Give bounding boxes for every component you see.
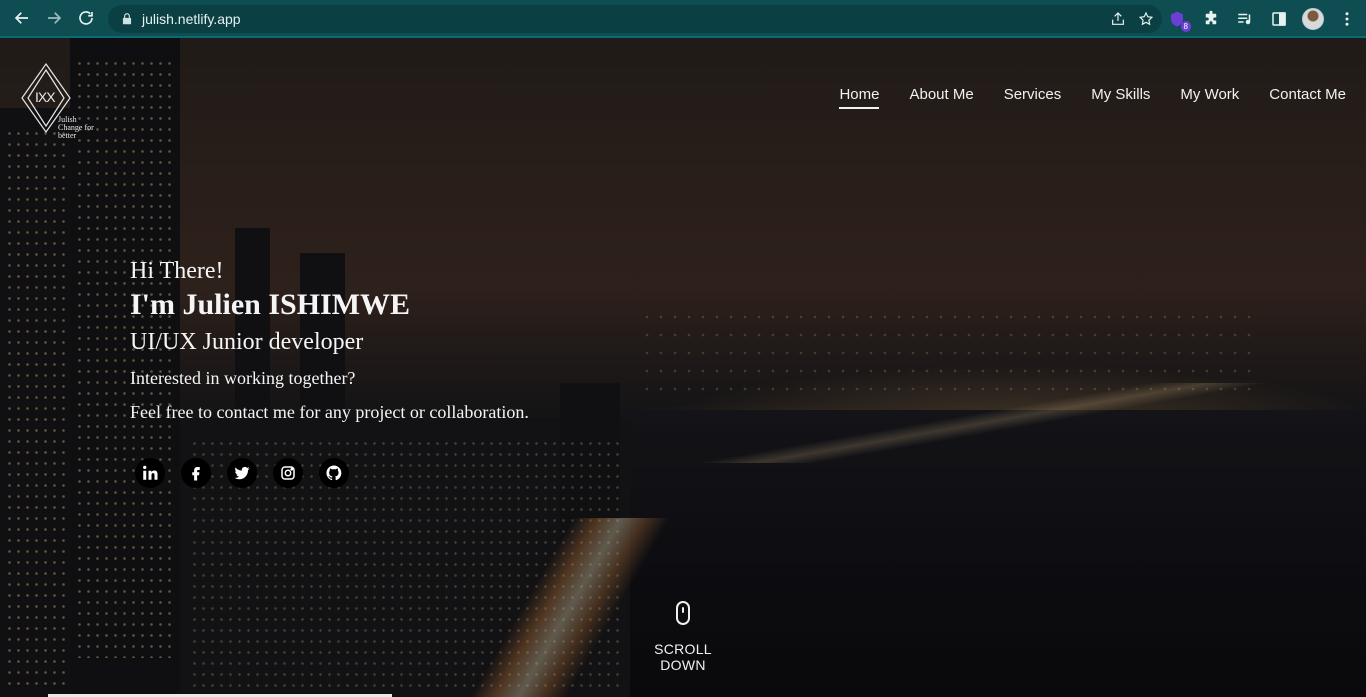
lock-icon (122, 13, 132, 25)
menu-button[interactable] (1336, 8, 1358, 30)
facebook-link[interactable] (181, 458, 211, 488)
profile-avatar[interactable] (1302, 8, 1324, 30)
logo-monogram: IXX (35, 89, 56, 105)
side-panel-button[interactable] (1268, 8, 1290, 30)
logo-text: Julish Change for better (58, 116, 112, 140)
bookmark-button[interactable] (1136, 9, 1156, 29)
forward-button[interactable] (38, 2, 70, 34)
main-nav: Home About Me Services My Skills My Work… (839, 86, 1346, 109)
nav-my-skills[interactable]: My Skills (1091, 86, 1150, 109)
social-links (135, 458, 349, 488)
github-icon (326, 465, 342, 481)
nav-contact-me[interactable]: Contact Me (1269, 86, 1346, 109)
twitter-link[interactable] (227, 458, 257, 488)
hero-cta: Feel free to contact me for any project … (130, 402, 529, 422)
facebook-icon (192, 467, 200, 481)
twitter-icon (234, 466, 250, 480)
url-text: julish.netlify.app (142, 11, 241, 27)
hero-role: UI/UX Junior developer (130, 329, 364, 355)
side-panel-icon (1272, 12, 1286, 26)
github-link[interactable] (319, 458, 349, 488)
extensions-button[interactable] (1200, 8, 1222, 30)
reload-button[interactable] (70, 2, 102, 34)
hero-text: Hi There! I'm Julien ISHIMWE UI/UX Junio… (130, 256, 529, 423)
puzzle-icon (1205, 10, 1217, 25)
hero-question: Interested in working together? (130, 368, 356, 388)
nav-services[interactable]: Services (1004, 86, 1062, 109)
nav-home[interactable]: Home (839, 86, 880, 109)
kebab-menu-icon (1345, 12, 1349, 26)
logo-text-line2: Change for better (58, 123, 94, 140)
mouse-icon (676, 601, 690, 625)
browser-toolbar: julish.netlify.app 8 (0, 0, 1366, 38)
instagram-icon (281, 466, 295, 480)
share-button[interactable] (1108, 9, 1128, 29)
instagram-link[interactable] (273, 458, 303, 488)
share-icon (1112, 12, 1124, 25)
extension-badge: 8 (1180, 21, 1191, 32)
hero-greeting: Hi There! (130, 258, 224, 284)
nav-my-work[interactable]: My Work (1180, 86, 1239, 109)
reload-icon (79, 11, 93, 25)
hero-section: IXX Julish Change for better Home About … (0, 38, 1366, 697)
extension-button[interactable]: 8 (1166, 8, 1191, 32)
scroll-down[interactable]: SCROLL DOWN (631, 601, 735, 673)
linkedin-link[interactable] (135, 458, 165, 488)
arrow-right-icon (48, 12, 62, 24)
linkedin-icon (143, 465, 158, 480)
star-icon (1138, 11, 1154, 26)
hero-name: I'm Julien ISHIMWE (130, 288, 411, 321)
scroll-down-label: SCROLL DOWN (654, 641, 712, 673)
media-button[interactable] (1234, 8, 1256, 30)
arrow-left-icon (14, 12, 28, 24)
playlist-icon (1238, 13, 1251, 25)
address-bar[interactable]: julish.netlify.app (108, 5, 1162, 33)
back-button[interactable] (6, 2, 38, 34)
nav-about-me[interactable]: About Me (909, 86, 973, 109)
site-logo[interactable]: IXX Julish Change for better (20, 62, 112, 140)
